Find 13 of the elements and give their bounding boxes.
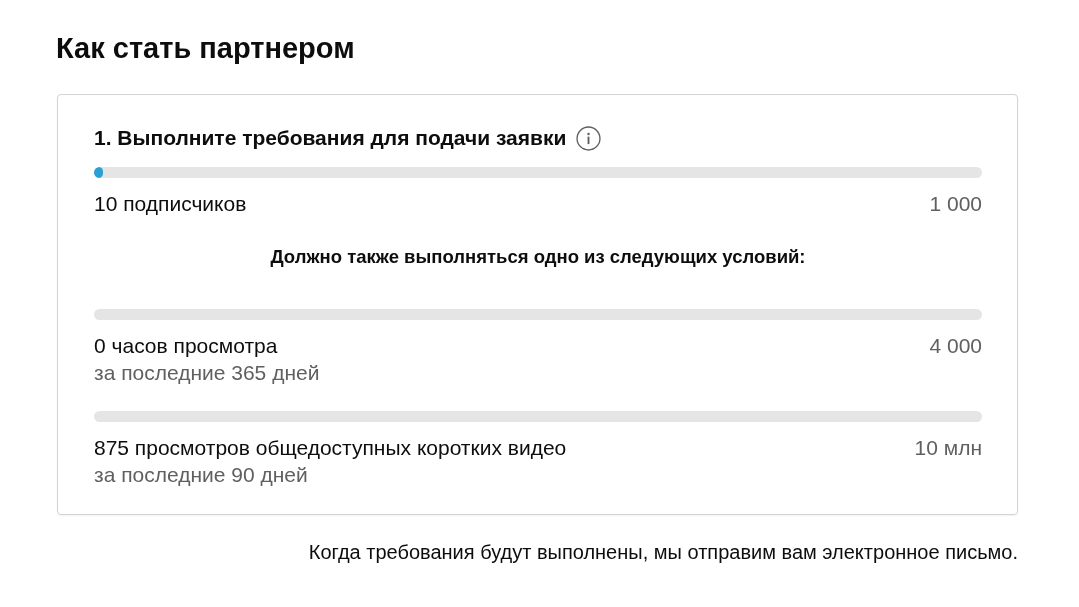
requirement-period: за последние 90 дней bbox=[94, 462, 309, 488]
condition-note: Должно также выполняться одно из следующих условий: bbox=[269, 245, 807, 269]
page-title: Как стать партнером bbox=[56, 31, 356, 66]
requirement-label: 0 часов просмотра bbox=[94, 333, 279, 359]
requirement-label: 10 подписчиков bbox=[94, 191, 247, 217]
requirement-target: 10 млн bbox=[914, 435, 982, 461]
step-title: 1. Выполните требования для подачи заявки bbox=[94, 125, 567, 151]
requirement-label: 875 просмотров общедоступных коротких видео bbox=[94, 435, 567, 461]
requirement-target: 4 000 bbox=[929, 333, 982, 359]
requirement-target: 1 000 bbox=[929, 191, 982, 217]
info-icon[interactable] bbox=[576, 125, 602, 151]
requirement-period: за последние 365 дней bbox=[94, 360, 320, 386]
footer-note: Когда требования будут выполнены, мы отправим вам электронное письмо. bbox=[308, 540, 1018, 565]
